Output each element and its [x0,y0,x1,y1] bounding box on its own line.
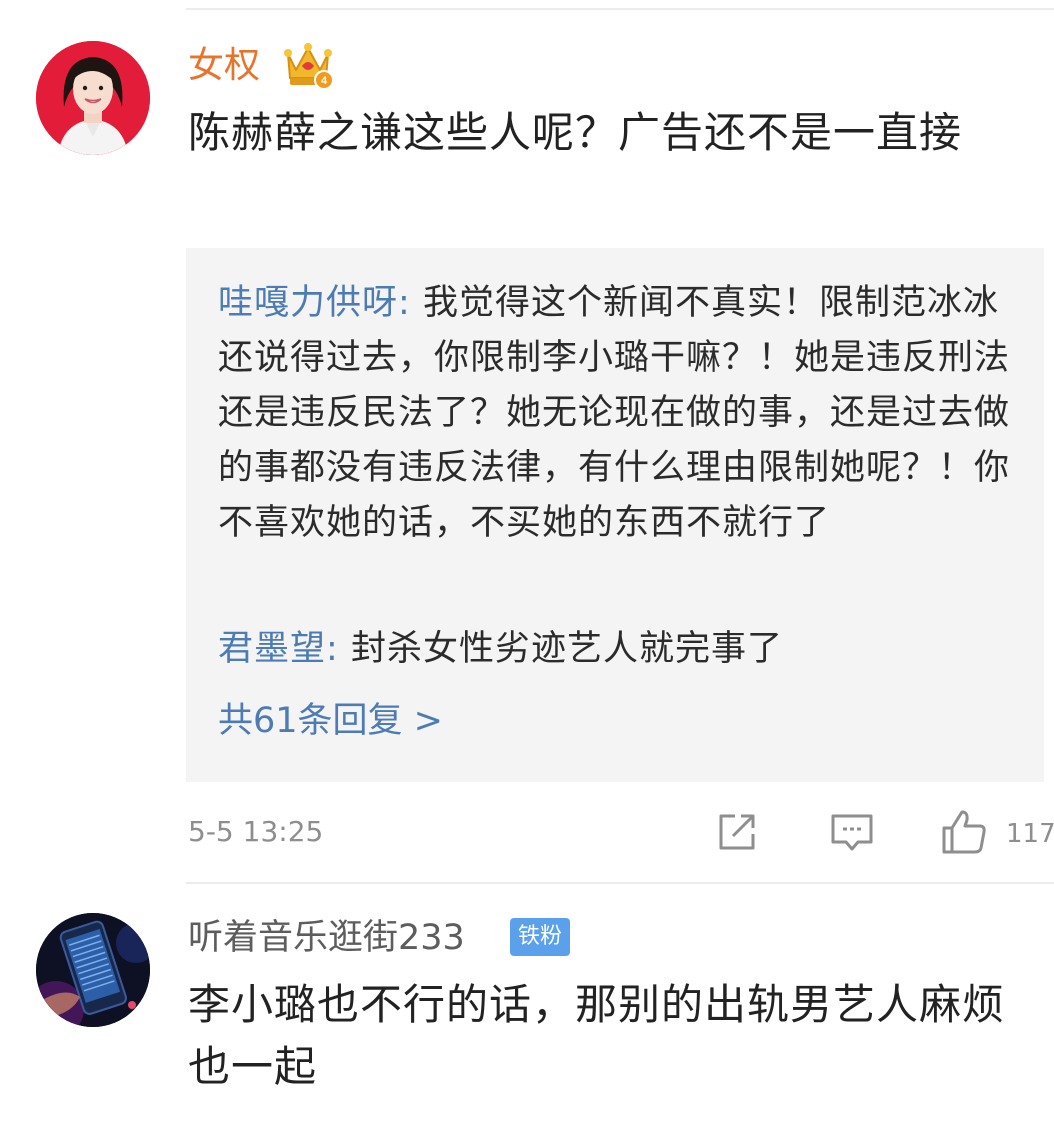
comment-divider [186,882,1054,884]
share-icon[interactable] [713,808,761,856]
avatar-portrait-icon [36,41,150,155]
avatar[interactable] [36,913,150,1027]
replies-box[interactable]: 哇嘎力供呀: 我觉得这个新闻不真实！限制范冰冰还说得过去，你限制李小璐干嘛？！她… [186,248,1044,782]
comment-text: 李小璐也不行的话，那别的出轨男艺人麻烦也一起 [188,980,1006,1091]
reply-separator: : [326,629,339,669]
comment-text: 陈赫薛之谦这些人呢？广告还不是一直接 [188,108,963,157]
username[interactable]: 听着音乐逛街233 [188,916,465,960]
username[interactable]: 女权 [188,44,260,88]
reply-username[interactable]: 哇嘎力供呀 [218,283,398,323]
comment-timestamp: 5-5 13:25 [188,815,324,848]
avatar-phone-image-icon [36,913,150,1027]
reply-item[interactable]: 君墨望: 封杀女性劣迹艺人就完事了 [218,622,1018,677]
like-icon[interactable] [940,808,988,856]
avatar[interactable] [36,41,150,155]
comment-icon[interactable] [828,808,876,856]
more-replies-link[interactable]: 共61条回复 > [218,696,443,746]
crown-vip-icon: 4 [284,43,334,90]
fan-badge: 铁粉 [510,918,571,956]
reply-item[interactable]: 哇嘎力供呀: 我觉得这个新闻不真实！限制范冰冰还说得过去，你限制李小璐干嘛？！她… [218,276,1018,551]
reply-text: 封杀女性劣迹艺人就完事了 [350,629,783,669]
reply-separator: : [398,283,411,323]
svg-text:4: 4 [321,75,328,87]
like-count: 1171 [1006,819,1054,849]
top-divider [186,8,1054,10]
reply-username[interactable]: 君墨望 [218,629,326,669]
